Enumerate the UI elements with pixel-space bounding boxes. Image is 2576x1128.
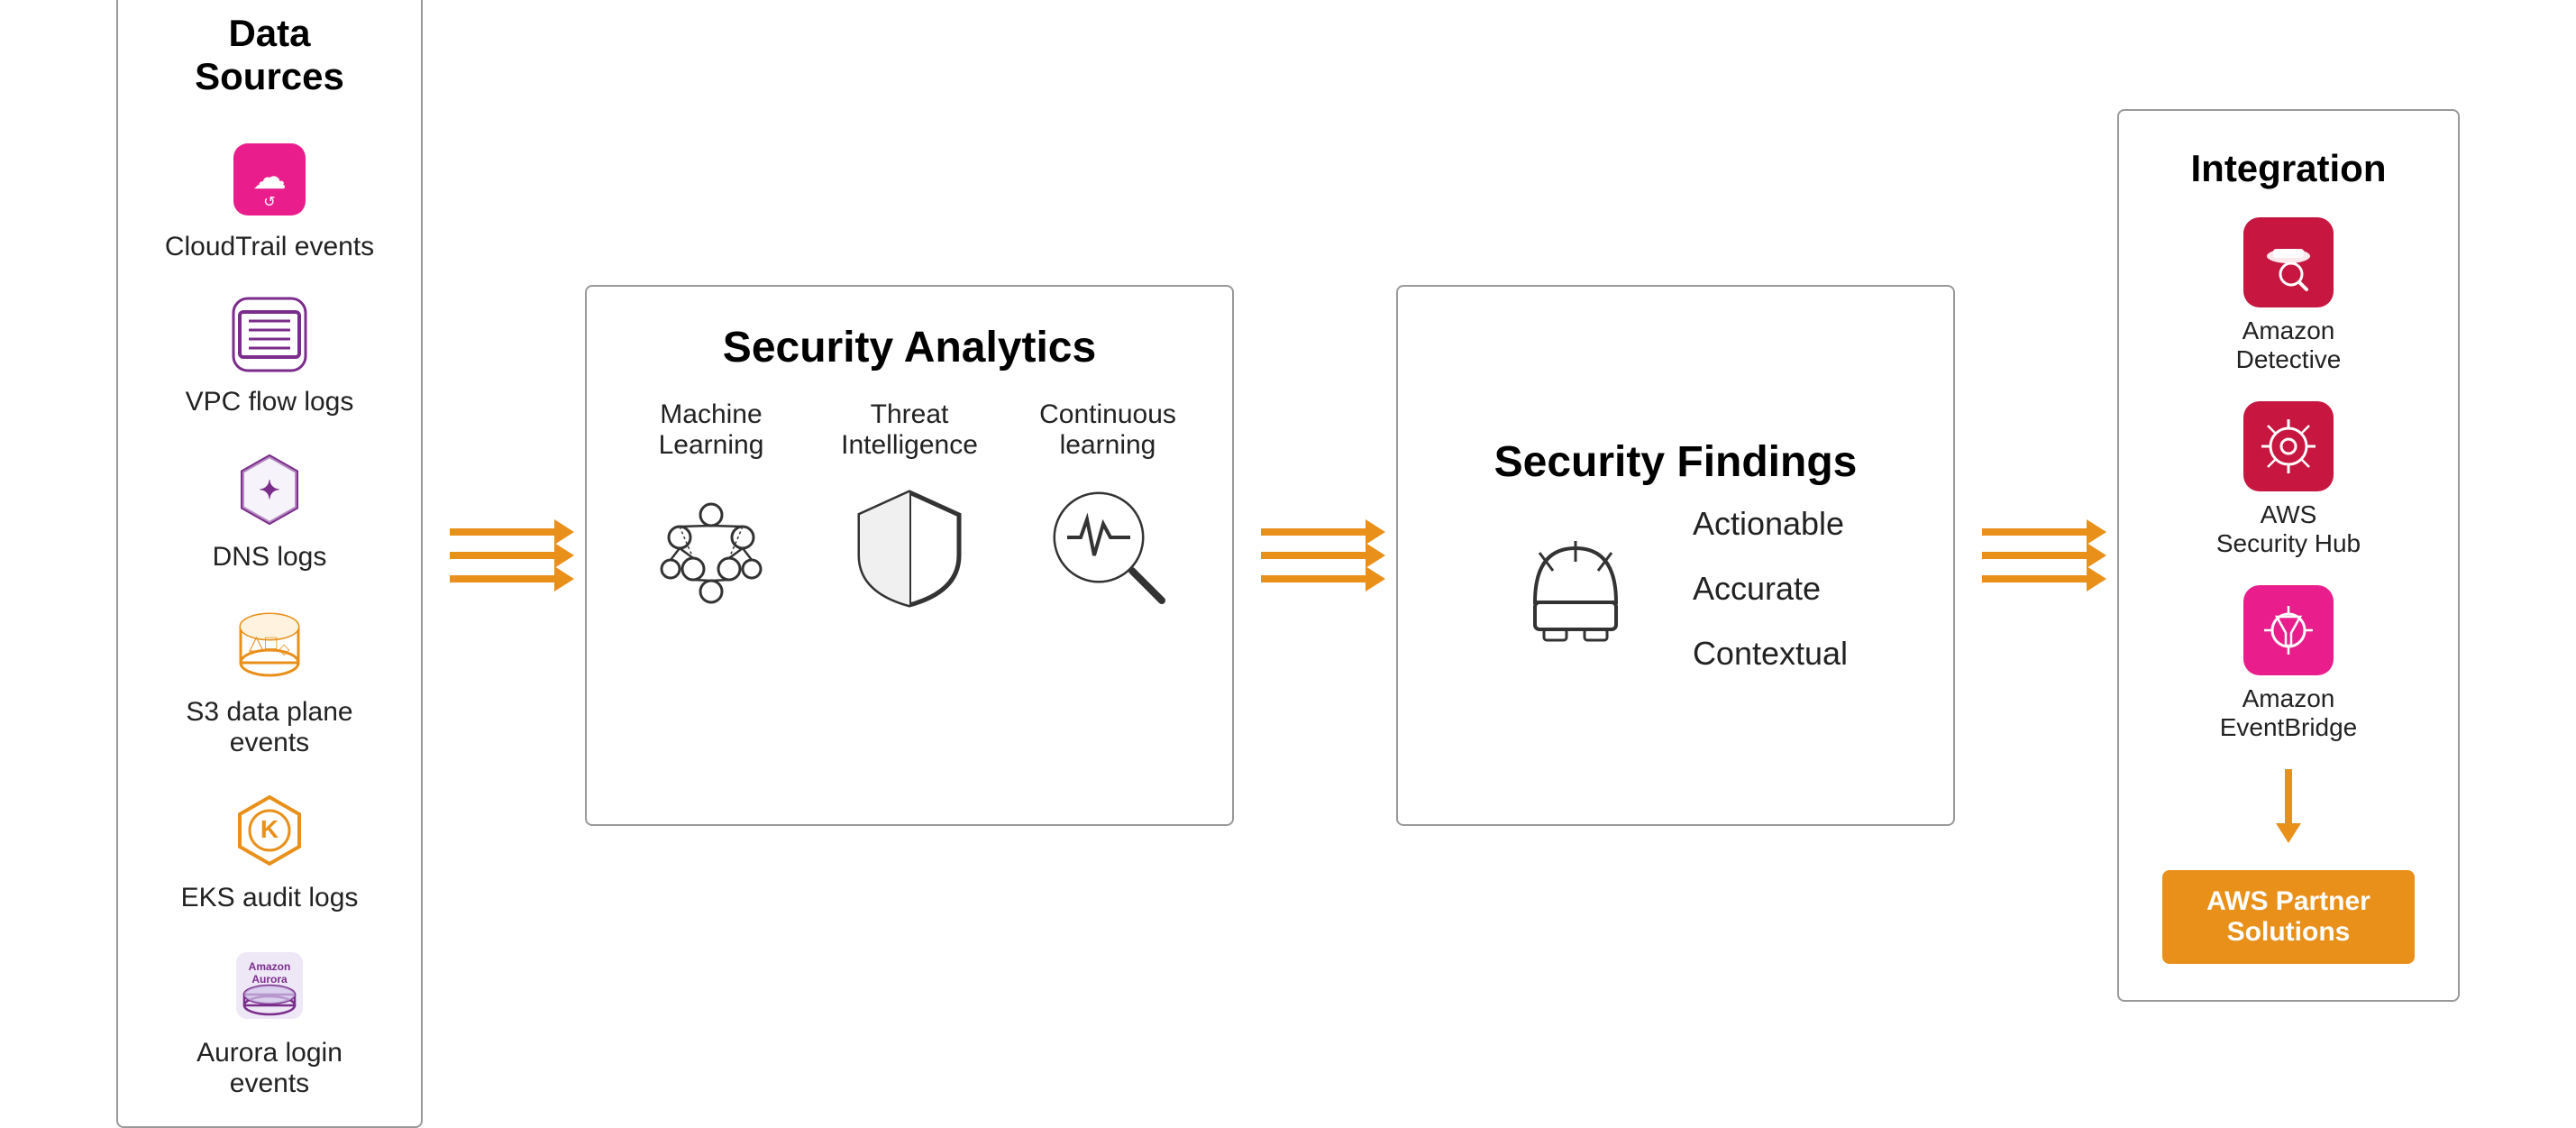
source-item-cloudtrail: ☁ ↺ CloudTrail events: [165, 134, 374, 262]
integration-item-detective: AmazonDetective: [2236, 217, 2342, 374]
threat-icon: [837, 474, 982, 619]
ml-icon: [639, 474, 783, 619]
main-diagram: Data Sources ☁ ↺ CloudTrail events: [0, 0, 2576, 1110]
svg-text:K: K: [260, 815, 279, 843]
svg-text:Aurora: Aurora: [251, 973, 288, 986]
analytics-items: MachineLearning: [630, 399, 1189, 619]
data-sources-title: Data Sources: [154, 12, 385, 98]
arrow-down-line: [2285, 769, 2292, 823]
findings-title: Security Findings: [1494, 437, 1858, 487]
arrow-7: [1982, 528, 2090, 536]
dns-label: DNS logs: [213, 542, 327, 573]
security-findings-box: Security Findings Actionabl: [1396, 285, 1955, 826]
arrows-to-integration: [1982, 528, 2090, 582]
aurora-label: Aurora login events: [154, 1038, 385, 1099]
cloudtrail-icon: ☁ ↺: [224, 134, 315, 225]
source-item-eks: K EKS audit logs: [181, 785, 359, 913]
svg-text:✦: ✦: [259, 476, 279, 504]
arrow-down-head: [2276, 823, 2301, 843]
vpc-icon: [224, 289, 315, 380]
integration-item-eventbridge: AmazonEventBridge: [2220, 585, 2358, 742]
aurora-icon: Amazon Aurora: [224, 940, 315, 1031]
svg-text:△: △: [249, 631, 264, 654]
svg-text:↺: ↺: [263, 195, 275, 210]
svg-text:☁: ☁: [252, 159, 287, 197]
arrow-3: [450, 575, 558, 582]
arrows-to-findings: [1261, 528, 1369, 582]
securityhub-icon: [2243, 401, 2334, 491]
arrow-2: [450, 552, 558, 559]
eventbridge-icon: [2243, 585, 2334, 675]
findings-content: Actionable Accurate Contextual: [1503, 505, 1848, 673]
cloudtrail-label: CloudTrail events: [165, 232, 374, 262]
detective-label: AmazonDetective: [2236, 316, 2342, 374]
threat-label: ThreatIntelligence: [841, 399, 978, 461]
finding-accurate: Accurate: [1693, 570, 1848, 608]
arrow-4: [1261, 528, 1369, 536]
svg-text:◇: ◇: [279, 642, 290, 657]
analytics-item-ml: MachineLearning: [630, 399, 792, 619]
data-sources-box: Data Sources ☁ ↺ CloudTrail events: [116, 0, 423, 1128]
arrow-6: [1261, 575, 1369, 582]
analytics-item-threat: ThreatIntelligence: [828, 399, 991, 619]
finding-actionable: Actionable: [1693, 505, 1848, 543]
source-item-vpc: VPC flow logs: [186, 289, 354, 417]
integration-title: Integration: [2191, 147, 2387, 190]
findings-labels: Actionable Accurate Contextual: [1693, 505, 1848, 673]
continuous-label: Continuouslearning: [1039, 399, 1176, 461]
detective-icon: [2243, 217, 2334, 307]
ml-label: MachineLearning: [659, 399, 764, 461]
alarm-icon: [1503, 517, 1648, 661]
eventbridge-label: AmazonEventBridge: [2220, 684, 2358, 742]
svg-text:Amazon: Amazon: [249, 960, 291, 973]
securityhub-label: AWSSecurity Hub: [2216, 500, 2361, 558]
source-item-dns: ✦ DNS logs: [213, 445, 327, 573]
eks-icon: K: [224, 785, 315, 876]
continuous-icon: [1036, 474, 1180, 619]
integration-box: Integration AmazonDetective: [2117, 109, 2460, 1002]
source-item-s3: △ □ ◇ S3 data plane events: [154, 600, 385, 758]
arrow-5: [1261, 552, 1369, 559]
arrow-9: [1982, 575, 2090, 582]
analytics-title: Security Analytics: [723, 323, 1096, 372]
arrow-1: [450, 528, 558, 536]
partner-solutions-button[interactable]: AWS PartnerSolutions: [2162, 870, 2415, 964]
s3-label: S3 data plane events: [154, 697, 385, 758]
analytics-item-continuous: Continuouslearning: [1027, 399, 1189, 619]
arrows-to-analytics: [450, 528, 558, 582]
svg-text:□: □: [265, 631, 277, 654]
source-item-aurora: Amazon Aurora Aurora login events: [154, 940, 385, 1099]
finding-contextual: Contextual: [1693, 635, 1848, 673]
s3-icon: △ □ ◇: [224, 600, 315, 690]
vpc-label: VPC flow logs: [186, 387, 354, 417]
arrow-down: [2276, 769, 2301, 843]
arrow-8: [1982, 552, 2090, 559]
dns-icon: ✦: [224, 445, 315, 535]
security-analytics-box: Security Analytics MachineLearning: [585, 285, 1234, 826]
eks-label: EKS audit logs: [181, 883, 359, 913]
integration-item-securityhub: AWSSecurity Hub: [2216, 401, 2361, 558]
